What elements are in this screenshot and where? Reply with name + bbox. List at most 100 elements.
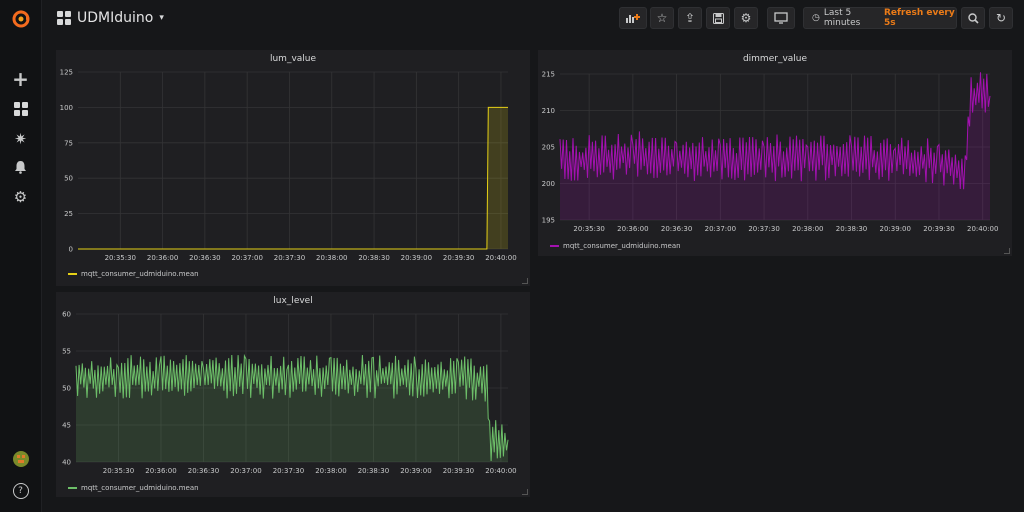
alerting-bell-icon[interactable] xyxy=(0,154,41,180)
resize-handle[interactable] xyxy=(522,489,528,495)
x-tick-label: 20:37:00 xyxy=(705,225,736,233)
x-tick-label: 20:40:00 xyxy=(485,467,516,475)
tv-mode-icon xyxy=(774,12,788,24)
clock-icon: ◷ xyxy=(812,13,820,23)
legend-swatch xyxy=(68,487,77,489)
x-tick-label: 20:38:30 xyxy=(358,254,389,262)
x-tick-label: 20:37:00 xyxy=(230,467,261,475)
dashboard-grid-icon xyxy=(57,11,71,25)
x-tick-label: 20:36:00 xyxy=(147,254,178,262)
x-tick-label: 20:37:30 xyxy=(274,254,305,262)
x-tick-label: 20:40:00 xyxy=(485,254,516,262)
panel-dimmer-value[interactable]: dimmer_value 195 200 205 210 215 20:35:30 20:3… xyxy=(538,50,1012,256)
lux-level-chart: 40 45 50 55 60 20:35:30 20:36:00 20:36:30 20:37:… xyxy=(62,311,517,476)
y-tick-label: 100 xyxy=(60,104,73,112)
grafana-logo-icon[interactable] xyxy=(0,6,41,32)
star-dashboard-button[interactable]: ☆ xyxy=(650,7,674,29)
x-tick-label: 20:38:00 xyxy=(315,467,346,475)
legend-swatch xyxy=(68,273,77,275)
explore-icon[interactable]: ✷ xyxy=(0,126,41,152)
x-tick-label: 20:38:30 xyxy=(836,225,867,233)
zoom-out-button[interactable] xyxy=(961,7,985,29)
save-icon xyxy=(712,12,724,24)
help-icon[interactable]: ? xyxy=(0,478,41,504)
x-tick-label: 20:37:00 xyxy=(231,254,262,262)
dashboard-title-picker[interactable]: UDMIduino ▾ xyxy=(57,8,164,28)
legend-item[interactable]: mqtt_consumer_udmiduino.mean xyxy=(68,484,199,492)
x-tick-label: 20:36:00 xyxy=(145,467,176,475)
dashboard-navbar: UDMIduino ▾ ☆ ⇪ ⚙ ◷ Last 5 minutes Refre… xyxy=(41,0,1024,38)
dimmer-value-chart: 195 200 205 210 215 20:35:30 20:36:00 20:36:30 2… xyxy=(542,71,999,234)
time-range-picker[interactable]: ◷ Last 5 minutes Refresh every 5s xyxy=(803,7,957,29)
y-tick-label: 50 xyxy=(64,175,73,183)
legend-item[interactable]: mqtt_consumer_udmiduino.mean xyxy=(550,242,681,250)
x-tick-label: 20:38:00 xyxy=(792,225,823,233)
y-tick-label: 55 xyxy=(62,348,71,356)
resize-handle[interactable] xyxy=(1004,248,1010,254)
x-tick-label: 20:36:30 xyxy=(661,225,692,233)
add-panel-button[interactable] xyxy=(619,7,647,29)
add-icon[interactable]: + xyxy=(0,66,41,92)
legend-label: mqtt_consumer_udmiduino.mean xyxy=(81,270,199,278)
y-tick-label: 40 xyxy=(62,459,71,467)
refresh-button[interactable]: ↻ xyxy=(989,7,1013,29)
dashboard-title: UDMIduino xyxy=(77,10,154,26)
y-tick-label: 60 xyxy=(62,311,71,319)
x-tick-label: 20:35:30 xyxy=(573,225,604,233)
x-tick-label: 20:36:30 xyxy=(188,467,219,475)
y-tick-label: 50 xyxy=(62,385,71,393)
x-tick-label: 20:37:30 xyxy=(748,225,779,233)
settings-gear-icon: ⚙ xyxy=(740,11,752,25)
avatar-svg xyxy=(12,451,29,467)
help-glyph: ? xyxy=(12,483,29,499)
configuration-gear-icon[interactable]: ⚙ xyxy=(0,184,41,210)
resize-handle[interactable] xyxy=(522,278,528,284)
legend-label: mqtt_consumer_udmiduino.mean xyxy=(563,242,681,250)
share-dashboard-button[interactable]: ⇪ xyxy=(678,7,702,29)
y-tick-label: 205 xyxy=(542,144,555,152)
legend-item[interactable]: mqtt_consumer_udmiduino.mean xyxy=(68,270,199,278)
x-tick-label: 20:35:30 xyxy=(103,467,134,475)
y-tick-label: 25 xyxy=(64,210,73,218)
dashboard-settings-button[interactable]: ⚙ xyxy=(734,7,758,29)
dashboards-grid-glyph xyxy=(13,102,28,116)
y-tick-label: 215 xyxy=(542,71,555,79)
grafana-logo-svg xyxy=(12,10,29,28)
refresh-icon: ↻ xyxy=(995,11,1007,25)
save-dashboard-button[interactable] xyxy=(706,7,730,29)
zoom-icon xyxy=(967,12,979,24)
tv-mode-button[interactable] xyxy=(767,7,795,29)
y-tick-label: 45 xyxy=(62,422,71,430)
panel-lux-level[interactable]: lux_level 40 45 50 55 60 20:35:30 20:36:00 20:3… xyxy=(56,292,530,497)
x-tick-label: 20:39:30 xyxy=(443,467,474,475)
side-menu: + ✷ ⚙ ? xyxy=(0,0,42,512)
x-tick-label: 20:39:00 xyxy=(401,254,432,262)
bell-svg xyxy=(15,161,26,174)
x-tick-label: 20:38:30 xyxy=(358,467,389,475)
time-range-label: Last 5 minutes xyxy=(823,8,861,28)
y-tick-label: 75 xyxy=(64,139,73,147)
x-tick-label: 20:36:00 xyxy=(617,225,648,233)
y-tick-label: 0 xyxy=(69,246,73,254)
legend-label: mqtt_consumer_udmiduino.mean xyxy=(81,484,199,492)
chevron-down-icon: ▾ xyxy=(159,13,164,23)
x-tick-label: 20:39:00 xyxy=(400,467,431,475)
y-tick-label: 200 xyxy=(542,180,555,188)
user-avatar-icon[interactable] xyxy=(0,446,41,472)
lum-value-chart: 0 25 50 75 100 125 20:35:30 20:36:00 20:36:30 20:… xyxy=(60,69,517,263)
x-tick-label: 20:40:00 xyxy=(967,225,998,233)
x-tick-label: 20:36:30 xyxy=(189,254,220,262)
panel-lum-value[interactable]: lum_value 0 25 50 75 100 125 20:35:30 20:36:00 2… xyxy=(56,50,530,286)
legend-swatch xyxy=(550,245,559,247)
refresh-interval-label: Refresh every 5s xyxy=(883,8,955,28)
x-tick-label: 20:39:00 xyxy=(880,225,911,233)
x-tick-label: 20:39:30 xyxy=(923,225,954,233)
y-tick-label: 210 xyxy=(542,107,555,115)
add-panel-icon xyxy=(626,14,640,23)
share-icon: ⇪ xyxy=(684,11,696,25)
y-tick-label: 125 xyxy=(60,69,73,77)
dashboards-icon[interactable] xyxy=(0,96,41,122)
x-tick-label: 20:38:00 xyxy=(316,254,347,262)
x-tick-label: 20:37:30 xyxy=(273,467,304,475)
x-tick-label: 20:35:30 xyxy=(105,254,136,262)
